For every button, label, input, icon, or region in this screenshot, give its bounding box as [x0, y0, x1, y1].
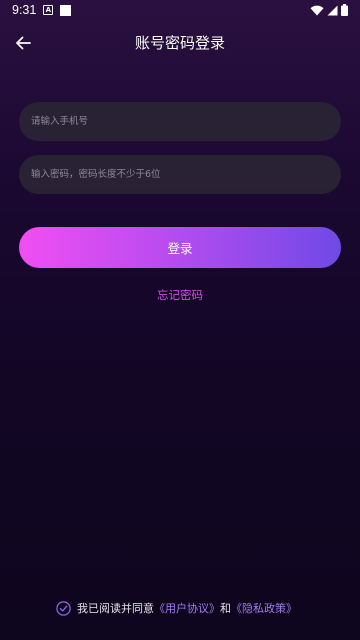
- agreement-checkbox[interactable]: [56, 600, 71, 616]
- status-right: [310, 4, 348, 16]
- notification-a-icon: A: [43, 5, 54, 15]
- status-left: 9:31 A: [12, 3, 72, 17]
- battery-icon: [341, 4, 348, 16]
- header: 账号密码登录: [0, 22, 360, 64]
- agreement-prefix: 我已阅读并同意: [77, 602, 154, 615]
- forgot-password-link[interactable]: 忘记密码: [0, 287, 360, 303]
- privacy-policy-link[interactable]: 《隐私政策》: [231, 602, 297, 615]
- password-field[interactable]: [19, 155, 341, 194]
- user-agreement-link[interactable]: 《用户协议》: [154, 602, 220, 615]
- agreement-text-line: 我已阅读并同意《用户协议》和《隐私政策》: [77, 600, 297, 616]
- check-circle-icon: [56, 600, 71, 616]
- notification-square-icon: [60, 4, 72, 16]
- agreement-row: 我已阅读并同意《用户协议》和《隐私政策》: [56, 599, 297, 617]
- page-title: 账号密码登录: [134, 34, 225, 52]
- signal-icon: [327, 5, 338, 15]
- phone-field[interactable]: [19, 102, 341, 141]
- agreement-conjunction: 和: [220, 602, 231, 615]
- phone-input[interactable]: [29, 115, 331, 128]
- status-bar: 9:31 A: [0, 0, 360, 20]
- login-button[interactable]: 登录: [19, 227, 341, 268]
- password-input[interactable]: [29, 168, 331, 181]
- wifi-icon: [310, 5, 324, 15]
- status-time: 9:31: [12, 3, 37, 17]
